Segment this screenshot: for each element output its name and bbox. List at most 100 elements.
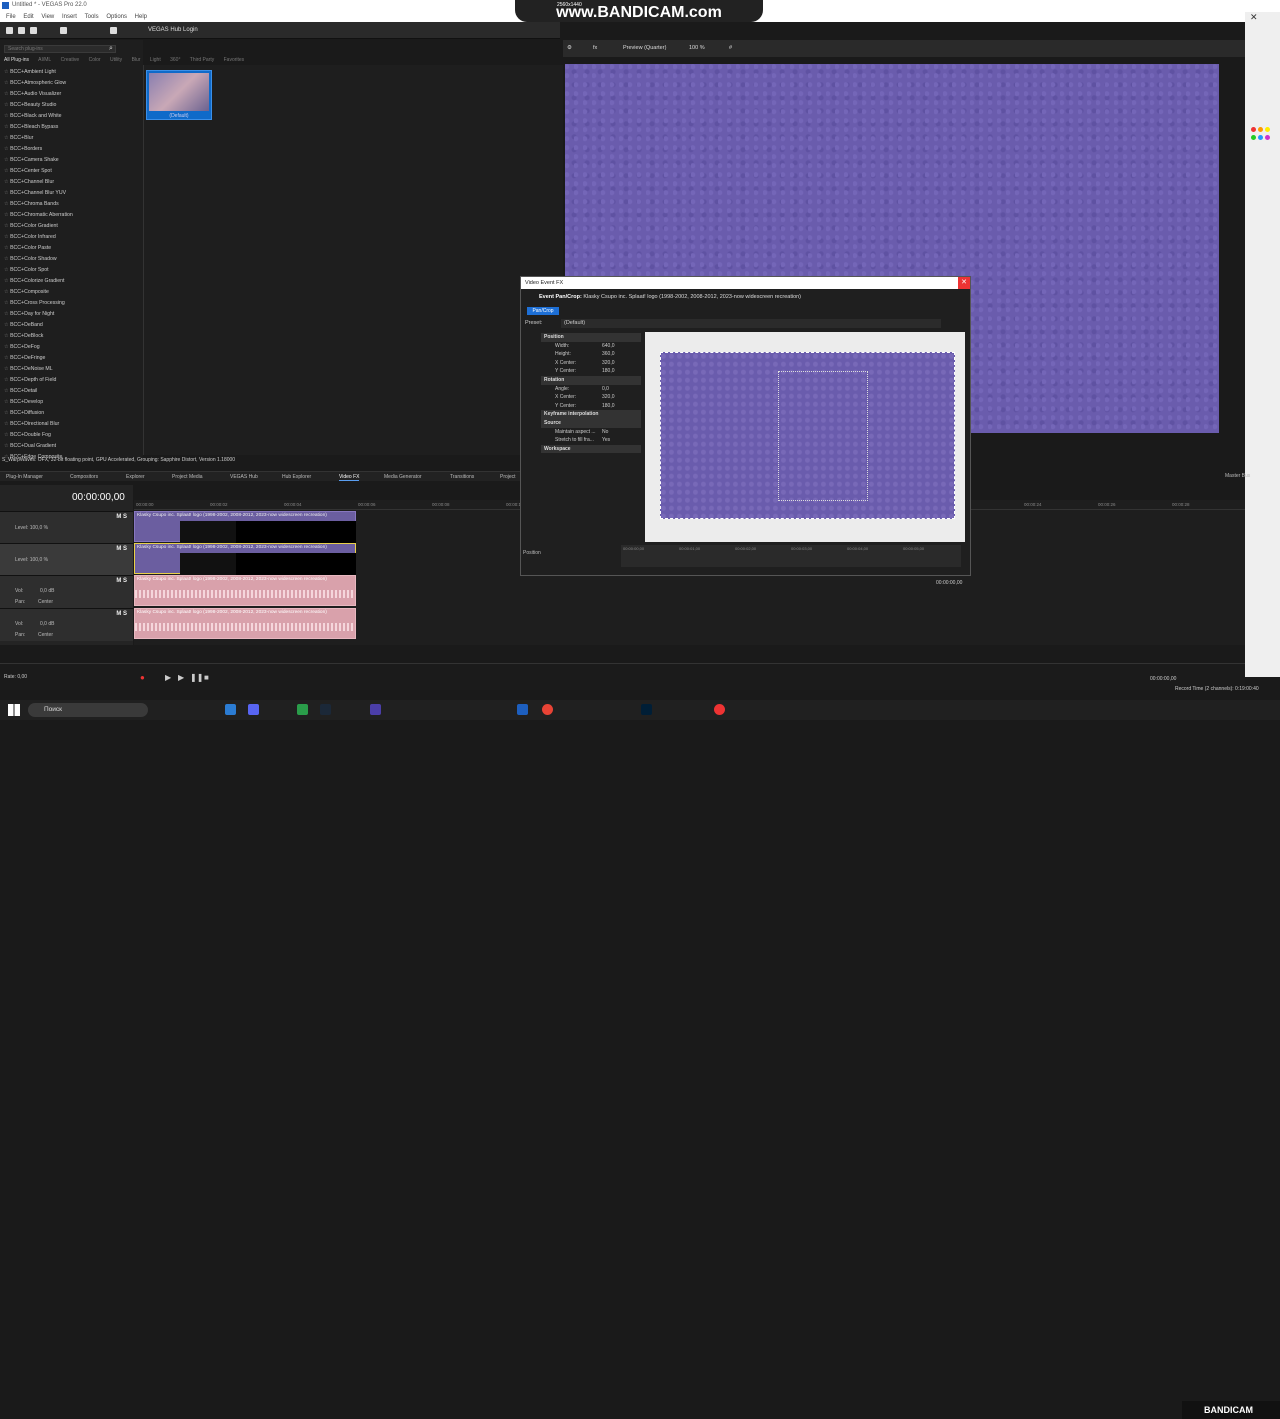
section-keyframe-interpolation[interactable]: Keyframe interpolation: [541, 410, 641, 419]
taskbar-search[interactable]: Поиск: [28, 703, 148, 717]
video-clip-1[interactable]: Klasky Csupo inc. Splaat! logo (1998-200…: [134, 511, 356, 543]
plugin-list-item[interactable]: BCC+Chroma Bands: [4, 199, 139, 210]
prop-y-center[interactable]: Y Center: 180,0: [541, 367, 641, 376]
tab-ai-ml[interactable]: AI/ML: [38, 57, 51, 63]
tab-video-fx[interactable]: Video FX: [339, 474, 360, 481]
prop-value[interactable]: Yes: [602, 436, 610, 445]
plugin-list-item[interactable]: BCC+Color Paste: [4, 243, 139, 254]
plugin-list-item[interactable]: BCC+Atmospheric Glow: [4, 78, 139, 89]
tab-transitions[interactable]: Transitions: [450, 474, 474, 480]
plugin-list-item[interactable]: BCC+Camera Shake: [4, 155, 139, 166]
vegas-active-icon[interactable]: [517, 704, 528, 715]
tab-360[interactable]: 360°: [170, 57, 180, 63]
pan-value[interactable]: Center: [38, 599, 53, 605]
play-alt-icon[interactable]: ▶: [178, 673, 184, 682]
plugin-list-item[interactable]: BCC+Cross Processing: [4, 298, 139, 309]
tab-media-generator[interactable]: Media Generator: [384, 474, 422, 480]
plugin-list-item[interactable]: BCC+Borders: [4, 144, 139, 155]
section-source[interactable]: Source: [541, 418, 641, 428]
color-orange-icon[interactable]: [1258, 127, 1263, 132]
plugin-list-item[interactable]: BCC+Colorize Gradient: [4, 276, 139, 287]
audio-clip-2[interactable]: Klasky Csupo inc. Splaat! logo (1998-200…: [134, 608, 356, 639]
outlook-icon[interactable]: [225, 704, 236, 715]
vol-value[interactable]: 0,0 dB: [40, 588, 54, 594]
plugin-list-item[interactable]: BCC+DeFog: [4, 342, 139, 353]
tab-hub-explorer[interactable]: Hub Explorer: [282, 474, 311, 480]
preview-quality-dropdown[interactable]: Preview (Quarter): [623, 45, 666, 51]
tab-project[interactable]: Project: [500, 474, 516, 480]
menu-help[interactable]: Help: [135, 12, 147, 22]
plugin-list-item[interactable]: BCC+Blur: [4, 133, 139, 144]
plugin-list-item[interactable]: BCC+Color Infrared: [4, 232, 139, 243]
plugin-list-item[interactable]: BCC+Depth of Field: [4, 375, 139, 386]
fx-keyframe-timeline[interactable]: 00:00:00,00 00:00:01,00 00:00:02,00 00:00:0…: [621, 545, 961, 567]
audio-clip-1[interactable]: Klasky Csupo inc. Splaat! logo (1998-200…: [134, 575, 356, 606]
section-rotation[interactable]: Rotation: [541, 375, 641, 385]
new-file-icon[interactable]: [6, 27, 13, 34]
color-yellow-icon[interactable]: [1265, 127, 1270, 132]
plugin-list-item[interactable]: BCC+Center Spot: [4, 166, 139, 177]
track-level[interactable]: Level: 100,0 %: [15, 557, 48, 563]
tab-compositors[interactable]: Compositors: [70, 474, 98, 480]
bandicam-record-icon[interactable]: [714, 704, 725, 715]
tab-vegas-hub[interactable]: VEGAS Hub: [230, 474, 258, 480]
pause-icon[interactable]: ❚❚: [190, 673, 203, 682]
grid-icon[interactable]: #: [729, 45, 732, 51]
discord-icon[interactable]: [248, 704, 259, 715]
prop-angle[interactable]: Angle: 0,0: [541, 385, 641, 394]
steam-icon[interactable]: [320, 704, 331, 715]
tab-all-plugins[interactable]: All Plug-ins: [4, 57, 29, 63]
menu-options[interactable]: Options: [106, 12, 127, 22]
plugin-list-item[interactable]: BCC+Color Spot: [4, 265, 139, 276]
prop-value[interactable]: 0,0: [602, 385, 609, 394]
windows-start-icon[interactable]: [8, 704, 20, 716]
mute-solo[interactable]: M S: [116, 578, 127, 584]
tab-pan-crop[interactable]: Pan/Crop: [527, 307, 559, 315]
tab-blur[interactable]: Blur: [132, 57, 141, 63]
plugin-list-item[interactable]: BCC+Diffusion: [4, 408, 139, 419]
menu-insert[interactable]: Insert: [62, 12, 77, 22]
color-purple-icon[interactable]: [1265, 135, 1270, 140]
prop-value[interactable]: 180,0: [602, 367, 615, 376]
gear-icon[interactable]: ⚙: [567, 45, 572, 51]
color-blue-icon[interactable]: [1258, 135, 1263, 140]
mute-solo[interactable]: M S: [116, 514, 127, 520]
color-green-icon[interactable]: [1251, 135, 1256, 140]
plugin-list-item[interactable]: BCC+Bleach Bypass: [4, 122, 139, 133]
tab-light[interactable]: Light: [150, 57, 161, 63]
menu-tools[interactable]: Tools: [85, 12, 99, 22]
menu-view[interactable]: View: [41, 12, 54, 22]
plugin-list-item[interactable]: BCC+Dual Gradient: [4, 441, 139, 452]
preview-zoom-dropdown[interactable]: 100 %: [689, 45, 705, 51]
prop-width[interactable]: Width: 640,0: [541, 342, 641, 351]
prop-value[interactable]: 180,0: [602, 402, 615, 411]
plugin-list-item[interactable]: BCC+DeBand: [4, 320, 139, 331]
stop-icon[interactable]: ■: [204, 673, 209, 682]
save-icon[interactable]: [30, 27, 37, 34]
video-clip-2[interactable]: Klasky Csupo inc. Splaat! logo (1998-200…: [134, 543, 356, 575]
vegas-icon[interactable]: [370, 704, 381, 715]
prop-value[interactable]: 640,0: [602, 342, 615, 351]
tab-creative[interactable]: Creative: [61, 57, 80, 63]
prop-rot-x-center[interactable]: X Center: 320,0: [541, 393, 641, 402]
open-folder-icon[interactable]: [18, 27, 25, 34]
vol-value[interactable]: 0,0 dB: [40, 621, 54, 627]
plugin-list-item[interactable]: BCC+Detail: [4, 386, 139, 397]
color-red-icon[interactable]: [1251, 127, 1256, 132]
prop-height[interactable]: Height: 360,0: [541, 350, 641, 359]
video-track-2-header[interactable]: M S Level: 100,0 %: [0, 543, 133, 575]
prop-maintain-aspect[interactable]: Maintain aspect ... No: [541, 428, 641, 437]
prop-value[interactable]: 320,0: [602, 359, 615, 368]
plugin-list-item[interactable]: BCC+Audio Visualizer: [4, 89, 139, 100]
tab-project-media[interactable]: Project Media: [172, 474, 203, 480]
tab-utility[interactable]: Utility: [110, 57, 122, 63]
record-icon[interactable]: ●: [140, 673, 145, 682]
plugin-list-item[interactable]: BCC+Composite: [4, 287, 139, 298]
plugin-list-item[interactable]: BCC+Color Shadow: [4, 254, 139, 265]
mute-solo[interactable]: M S: [116, 546, 127, 552]
settings-gear-icon[interactable]: [60, 27, 67, 34]
plugin-list-item[interactable]: BCC+Black and White: [4, 111, 139, 122]
plugin-list-item[interactable]: BCC+Chromatic Aberration: [4, 210, 139, 221]
search-icon[interactable]: ⌕: [109, 45, 113, 53]
menu-edit[interactable]: Edit: [23, 12, 33, 22]
